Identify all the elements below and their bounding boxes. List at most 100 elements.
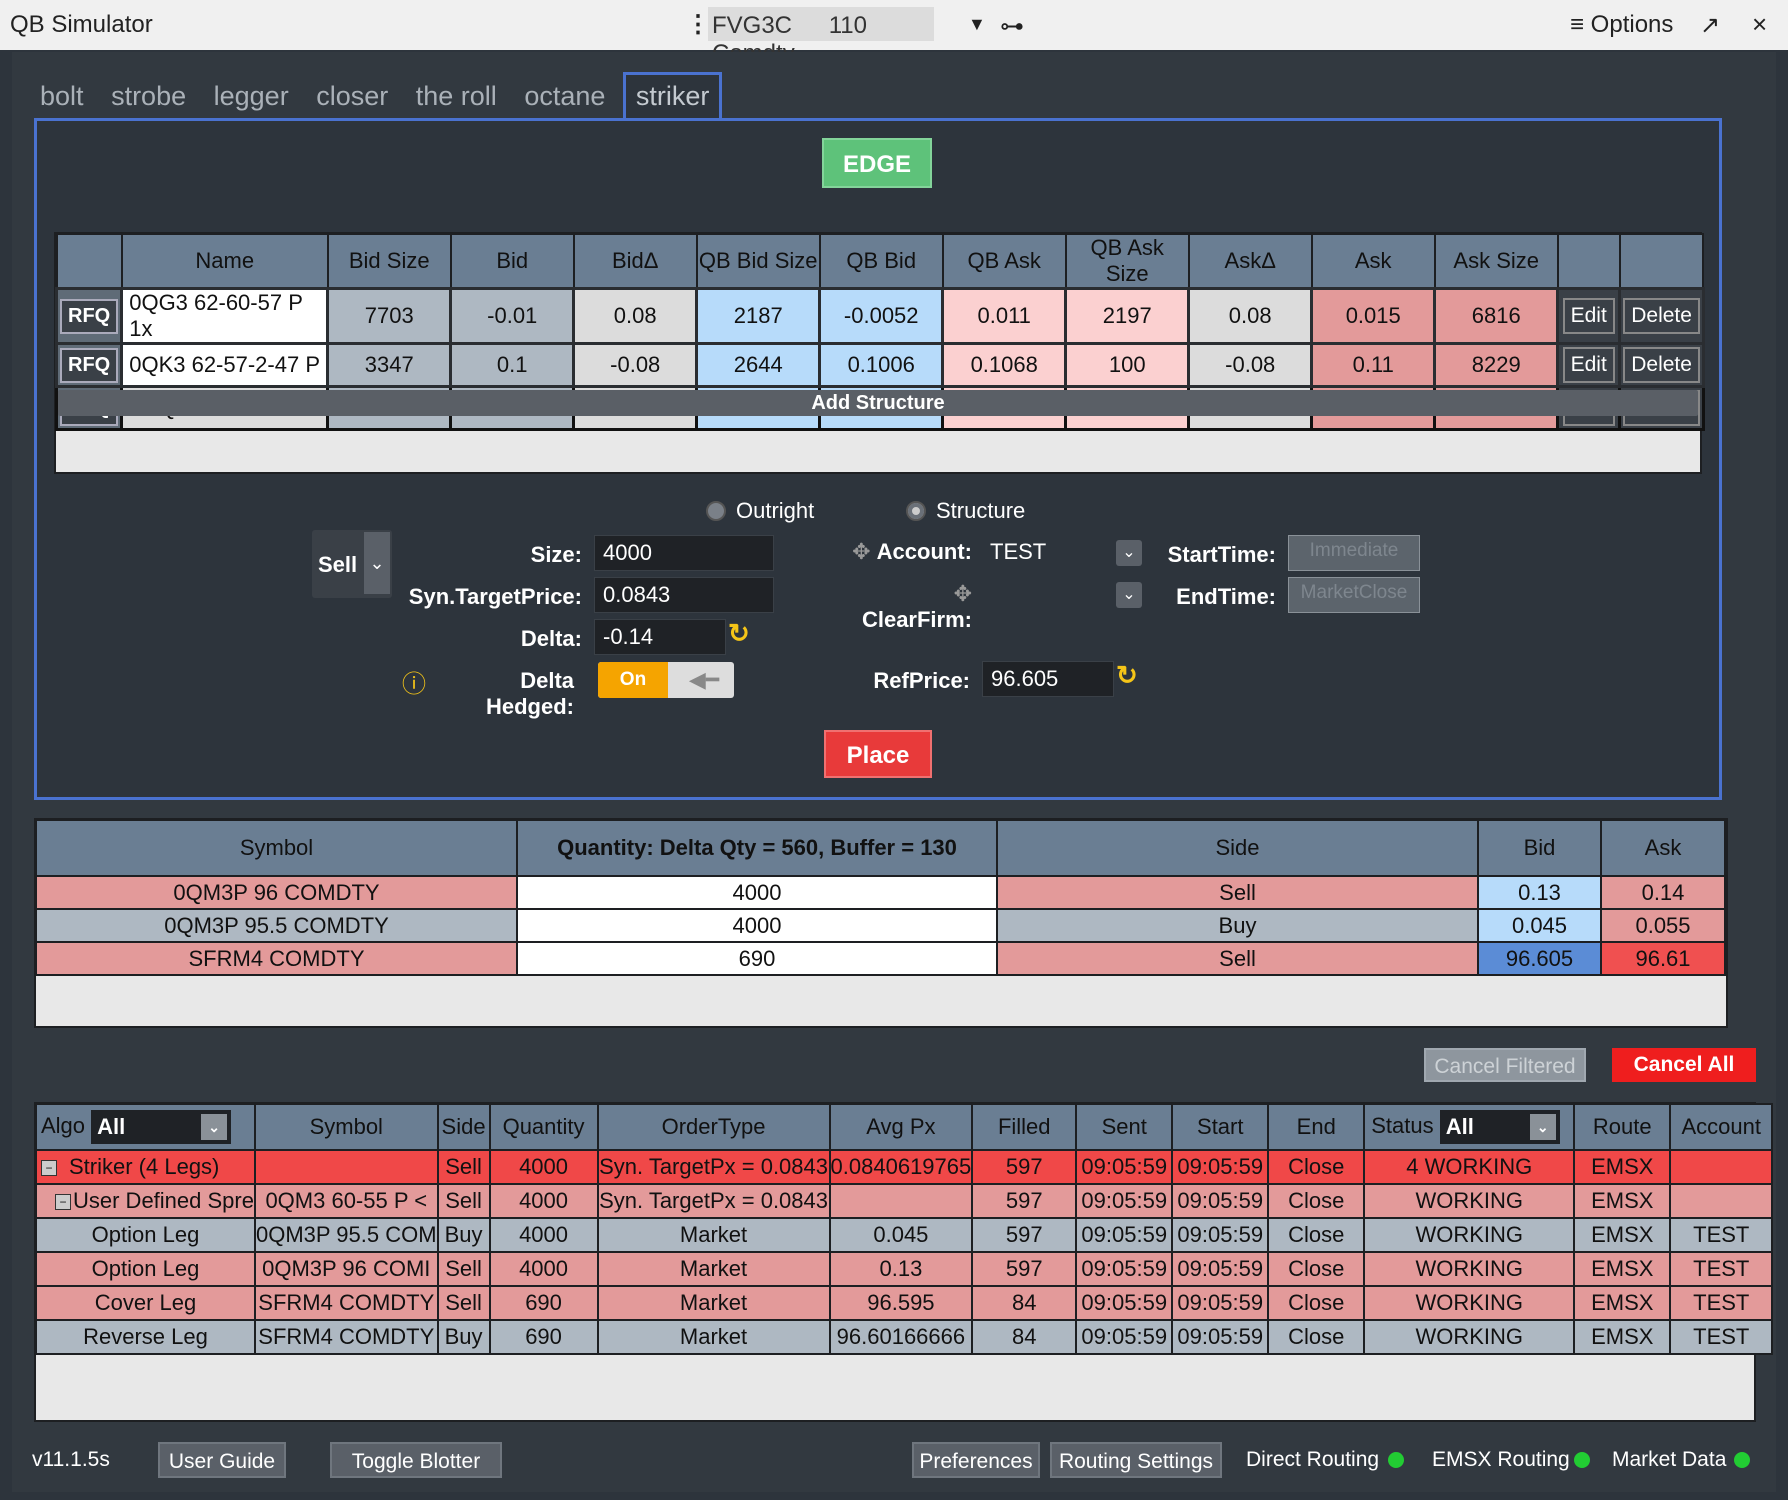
tab-strobe[interactable]: strobe [101,75,196,123]
user-guide-button[interactable]: User Guide [158,1442,286,1478]
blotter-row[interactable]: − Striker (4 Legs) Sell 4000 Syn. TargetP… [35,1149,1774,1185]
bid-size: 3347 [326,342,453,388]
col-bid: Bid [1477,819,1602,877]
toggle-blotter-button[interactable]: Toggle Blotter [330,1442,502,1478]
bid: -0.01 [449,287,576,345]
order-filled: 84 [971,1285,1078,1321]
endtime-input[interactable]: MarketClose [1288,577,1420,613]
syn-target-input[interactable]: 0.0843 [594,577,774,613]
order-status: WORKING [1363,1183,1576,1219]
order-status: WORKING [1363,1217,1576,1253]
chevron-down-icon[interactable]: ⌄ [1116,582,1142,608]
delta-input[interactable]: -0.14 [594,619,726,655]
order-start: 09:05:59 [1171,1183,1270,1219]
starttime-input[interactable]: Immediate [1288,535,1420,571]
structure-name: 0QG3 62-60-57 P 1x [120,287,330,345]
order-avg-px: 0.13 [828,1251,974,1287]
cancel-filtered-button[interactable]: Cancel Filtered [1424,1048,1586,1082]
order-type: Market [596,1319,831,1355]
app-title: QB Simulator [10,11,153,38]
order-side: Sell [436,1149,491,1185]
version-label: v11.1.5s [32,1448,110,1471]
delta-hedged-toggle[interactable]: On ◀━ [598,662,734,698]
direct-routing-status-icon [1388,1452,1404,1468]
order-avg-px [828,1183,974,1219]
tab-striker[interactable]: striker [622,72,723,120]
link-icon[interactable]: ⊶ [1000,12,1024,41]
edit-button[interactable]: Edit [1562,298,1615,334]
rfq-button[interactable]: RFQ [60,347,119,383]
order-route: EMSX [1573,1319,1672,1355]
delta-hedged-label: Delta Hedged: [486,668,574,719]
edge-button[interactable]: EDGE [822,138,932,188]
leg-qty: 4000 [516,875,998,910]
refprice-input[interactable]: 96.605 [982,661,1114,697]
refresh-icon[interactable]: ↻ [728,618,750,649]
close-icon[interactable]: × [1752,9,1767,40]
refresh-icon[interactable]: ↻ [1116,660,1138,691]
leg-row[interactable]: 0QM3P 96 COMDTY 4000 Sell 0.13 0.14 [35,875,1726,910]
order-sent: 09:05:59 [1075,1149,1174,1185]
ticker-selector[interactable]: FVG3C 110 Comdty [708,7,934,67]
tab-octane[interactable]: octane [514,75,615,123]
popout-icon[interactable]: ↗ [1700,11,1720,40]
leg-row[interactable]: 0QM3P 95.5 COMDTY 4000 Buy 0.045 0.055 [35,908,1726,943]
bid: 0.1 [449,342,576,388]
size-input[interactable]: 4000 [594,535,774,571]
options-label: Options [1590,11,1674,38]
clearfirm-label: ✥ ClearFirm: [840,581,972,633]
delete-button[interactable]: Delete [1623,298,1700,334]
blotter-row[interactable]: − User Defined Spre 0QM3 60-55 P < Sell 4… [35,1183,1774,1219]
order-symbol: 0QM3 60-55 P < [253,1183,439,1219]
status-label: Status [1371,1112,1434,1138]
clearfirm-label-text: ClearFirm: [861,607,972,632]
options-menu[interactable]: ≡ Options [1570,11,1673,39]
cancel-all-button[interactable]: Cancel All [1612,1048,1756,1082]
blotter-row[interactable]: Option Leg 0QM3P 96 COMI Sell 4000 Marke… [35,1251,1774,1287]
algo-filter[interactable]: All ⌄ [91,1110,232,1144]
tab-closer[interactable]: closer [306,75,398,123]
chevron-down-icon[interactable]: ⌄ [1116,540,1142,566]
rfq-button[interactable]: RFQ [60,298,119,334]
order-account: TEST [1669,1217,1774,1253]
leg-row[interactable]: SFRM4 COMDTY 690 Sell 96.605 96.61 [35,941,1726,976]
algo-label: Algo [41,1112,86,1138]
add-structure-button[interactable]: Add Structure [58,390,1698,416]
place-button[interactable]: Place [824,730,932,778]
col-quantity: Quantity: Delta Qty = 560, Buffer = 130 [516,819,998,877]
leg-bid: 96.605 [1477,941,1602,976]
tab-bolt[interactable]: bolt [30,75,94,123]
col-bid-size: Bid Size [326,233,452,290]
order-qty: 4000 [488,1251,599,1287]
size-label: Size: [530,542,582,567]
emsx-routing-label: EMSX Routing [1432,1448,1570,1471]
chevron-down-icon[interactable]: ▼ [968,14,986,35]
structure-row[interactable]: RFQ 0QK3 62-57-2-47 P 3347 0.1 -0.08 264… [54,342,1705,388]
col-symbol: Symbol [253,1103,439,1151]
tab-the-roll[interactable]: the roll [406,75,507,123]
structure-radio[interactable]: Structure [906,498,1025,524]
order-end: Close [1267,1285,1366,1321]
collapse-icon[interactable]: − [55,1194,71,1210]
tab-legger[interactable]: legger [204,75,299,123]
col-avg-px: Avg Px [828,1103,974,1151]
status-filter[interactable]: All ⌄ [1439,1110,1560,1144]
leg-ask: 0.14 [1600,875,1726,910]
col-quantity: Quantity [488,1103,599,1151]
blotter-row[interactable]: Cover Leg SFRM4 COMDTY Sell 690 Market 9… [35,1285,1774,1321]
blotter-row[interactable]: Option Leg 0QM3P 95.5 COM Buy 4000 Marke… [35,1217,1774,1253]
order-filled: 597 [971,1183,1078,1219]
outright-radio[interactable]: Outright [706,498,814,524]
col-rfq [55,233,123,290]
collapse-icon[interactable]: − [41,1160,57,1176]
routing-settings-button[interactable]: Routing Settings [1050,1442,1222,1478]
structure-row[interactable]: RFQ 0QG3 62-60-57 P 1x 7703 -0.01 0.08 2… [54,287,1705,345]
qb-ask: 0.011 [941,287,1068,345]
blotter-row[interactable]: Reverse Leg SFRM4 COMDTY Buy 690 Market … [35,1319,1774,1355]
leg-ask: 0.055 [1600,908,1726,943]
preferences-button[interactable]: Preferences [912,1442,1040,1478]
delete-button[interactable]: Delete [1623,347,1700,383]
edit-button[interactable]: Edit [1562,347,1615,383]
order-end: Close [1267,1183,1366,1219]
drag-handle-icon[interactable]: ⋮ [686,10,710,39]
